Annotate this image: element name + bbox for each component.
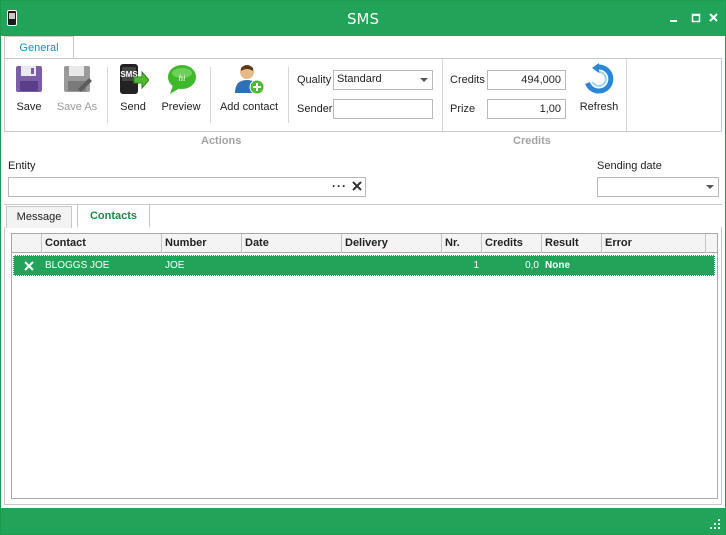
send-button[interactable]: SMS Send xyxy=(115,63,151,113)
add-contact-icon xyxy=(233,63,265,95)
column-header-delivery[interactable]: Delivery xyxy=(342,234,442,253)
quality-select[interactable]: Standard xyxy=(333,70,433,90)
send-label: Send xyxy=(120,101,146,113)
window-title: SMS xyxy=(347,10,379,28)
column-header-contact[interactable]: Contact xyxy=(42,234,162,253)
credits-label: Credits xyxy=(450,74,485,86)
status-bar xyxy=(1,508,725,534)
ribbon-group-labels: Actions Credits xyxy=(4,132,722,152)
save-as-icon xyxy=(61,63,93,95)
save-as-button[interactable]: Save As xyxy=(53,63,101,113)
credits-field: 494,000 xyxy=(487,70,566,90)
cell-credits: 0,0 xyxy=(525,260,539,271)
sending-date-label: Sending date xyxy=(597,160,662,172)
send-sms-icon: SMS xyxy=(117,63,150,95)
maximize-icon xyxy=(691,13,701,23)
column-header-number[interactable]: Number xyxy=(162,234,242,253)
refresh-button[interactable]: Refresh xyxy=(577,63,621,113)
contacts-grid: Contact Number Date Delivery Nr. Credits… xyxy=(11,233,718,499)
close-icon xyxy=(709,13,718,22)
save-as-label: Save As xyxy=(56,101,98,113)
sender-input[interactable] xyxy=(333,99,433,119)
cell-number: JOE xyxy=(165,260,185,271)
ribbon-tab-strip: General xyxy=(1,36,725,59)
group-label-credits: Credits xyxy=(513,135,551,147)
sending-date-picker[interactable] xyxy=(597,177,719,197)
save-button[interactable]: Save xyxy=(11,63,47,113)
cell-error xyxy=(602,256,706,275)
title-bar: SMS xyxy=(1,1,725,36)
row-indicator-header xyxy=(12,234,42,253)
maximize-button[interactable] xyxy=(687,9,705,27)
cell-contact: BLOGGS JOE xyxy=(45,260,110,271)
chevron-down-icon xyxy=(420,78,428,82)
ribbon-tab-general[interactable]: General xyxy=(4,36,74,59)
ribbon-panel: Save Save As SMS Send hi Preview Add con… xyxy=(4,58,722,132)
tab-message[interactable]: Message xyxy=(6,206,72,228)
clear-icon[interactable] xyxy=(352,180,362,194)
prize-field: 1,00 xyxy=(487,99,566,119)
entity-label: Entity xyxy=(8,160,36,172)
chevron-down-icon xyxy=(706,185,714,189)
ribbon-separator xyxy=(107,67,108,123)
column-header-credits[interactable]: Credits xyxy=(482,234,542,253)
add-contact-label: Add contact xyxy=(219,101,279,113)
cell-result: None xyxy=(545,260,570,271)
ribbon-separator xyxy=(210,67,211,123)
speech-bubble-icon: hi xyxy=(165,63,197,95)
column-header-result[interactable]: Result xyxy=(542,234,602,253)
column-header-nr[interactable]: Nr. xyxy=(442,234,482,253)
floppy-disk-icon xyxy=(13,63,45,95)
resize-grip-icon[interactable] xyxy=(709,518,721,530)
tab-contacts[interactable]: Contacts xyxy=(77,204,150,227)
cell-delivery xyxy=(342,256,442,275)
group-label-actions: Actions xyxy=(201,135,242,147)
close-button[interactable] xyxy=(705,9,723,27)
quality-label: Quality xyxy=(297,74,332,86)
preview-icon-text: hi xyxy=(178,73,186,83)
quality-value: Standard xyxy=(337,73,382,85)
cell-nr: 1 xyxy=(473,260,479,271)
column-header-error[interactable]: Error xyxy=(602,234,706,253)
preview-label: Preview xyxy=(161,101,201,113)
sms-window: SMS General Save Save As SMS Send hi Pre… xyxy=(0,0,726,535)
minimize-icon xyxy=(670,20,677,22)
entity-input[interactable]: ··· xyxy=(8,177,366,197)
refresh-label: Refresh xyxy=(579,101,619,113)
ribbon-separator xyxy=(288,67,289,123)
add-contact-button[interactable]: Add contact xyxy=(217,63,281,113)
delete-row-icon[interactable] xyxy=(21,256,43,275)
save-label: Save xyxy=(16,101,42,113)
refresh-icon xyxy=(583,63,615,95)
ribbon-separator xyxy=(626,59,627,131)
grid-header: Contact Number Date Delivery Nr. Credits… xyxy=(12,234,717,253)
prize-label: Prize xyxy=(450,103,476,115)
ribbon-separator xyxy=(442,59,443,131)
sender-label: Sender xyxy=(297,103,333,115)
minimize-button[interactable] xyxy=(665,9,683,27)
cell-date xyxy=(242,256,342,275)
preview-button[interactable]: hi Preview xyxy=(159,63,203,113)
table-row[interactable]: BLOGGS JOE JOE 1 0,0 None xyxy=(13,255,715,276)
ellipsis-icon[interactable]: ··· xyxy=(332,179,347,193)
column-header-date[interactable]: Date xyxy=(242,234,342,253)
